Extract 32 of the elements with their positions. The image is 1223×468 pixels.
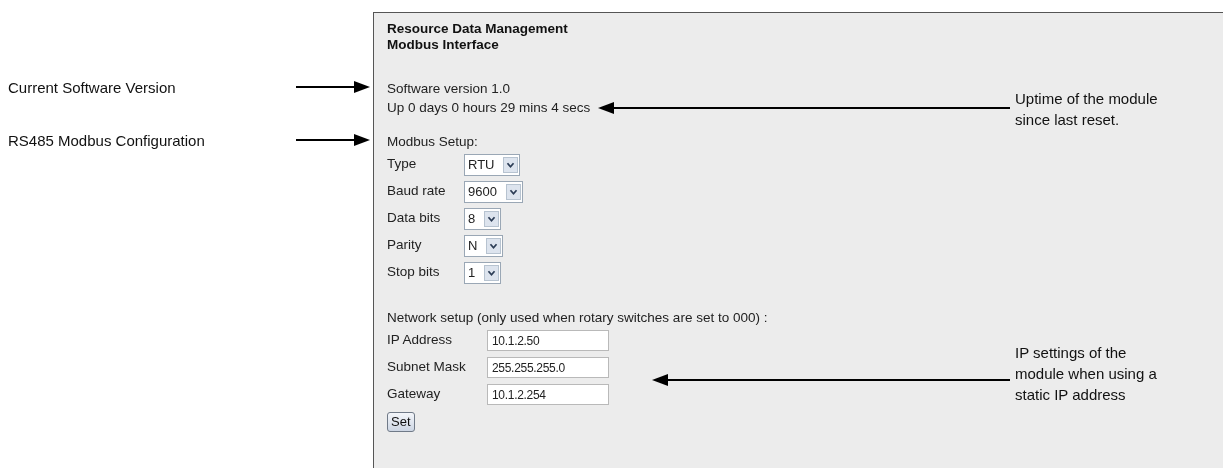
input-field[interactable]: 10.1.2.50 — [487, 330, 609, 351]
chevron-icon — [503, 156, 519, 173]
section-heading: Modbus Setup: — [387, 133, 478, 151]
dropdown[interactable]: 1 — [464, 261, 502, 284]
annotation-text: IP settings of the module when using a static IP address — [1015, 343, 1157, 405]
page-title: Resource Data Management — [387, 21, 568, 37]
section-heading: Network setup (only used when rotary switches are set to 000) : — [387, 309, 768, 327]
version-text: Software version 1.0 — [387, 80, 511, 98]
annotation-text: RS485 Modbus Configuration — [8, 131, 205, 151]
dropdown[interactable]: N — [464, 234, 504, 257]
annotation-text: Uptime of the module since last reset. — [1015, 89, 1158, 130]
field-label: Data bits — [387, 210, 442, 227]
field-label: Baud rate — [387, 183, 447, 200]
field-label: Type — [387, 156, 418, 173]
dropdown[interactable]: 9600 — [464, 180, 523, 203]
annotation-text: Current Software Version — [8, 78, 176, 98]
field-label: Stop bits — [387, 264, 441, 281]
chevron-icon — [484, 264, 500, 281]
uptime-text: Up 0 days 0 hours 29 mins 4 secs — [387, 99, 591, 117]
input-field[interactable]: 10.1.2.254 — [487, 384, 609, 405]
chevron-icon — [486, 237, 502, 254]
set-button[interactable]: Set — [387, 412, 415, 432]
dropdown[interactable]: RTU — [464, 153, 521, 176]
field-label: Subnet Mask — [387, 359, 467, 376]
input-field[interactable]: 255.255.255.0 — [487, 357, 609, 378]
chevron-icon — [484, 210, 500, 227]
field-label: IP Address — [387, 332, 454, 349]
chevron-icon — [505, 183, 521, 200]
field-label: Parity — [387, 237, 423, 254]
field-label: Gateway — [387, 386, 442, 403]
dropdown[interactable]: 8 — [464, 207, 502, 230]
page-title: Modbus Interface — [387, 37, 499, 53]
